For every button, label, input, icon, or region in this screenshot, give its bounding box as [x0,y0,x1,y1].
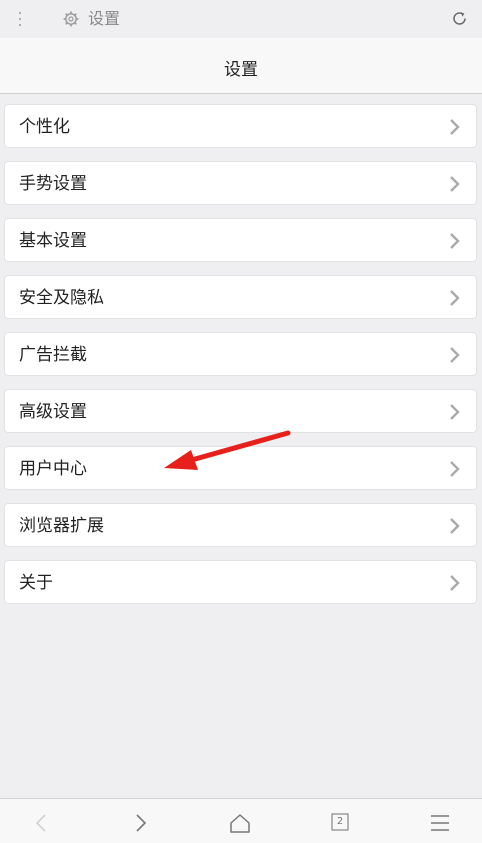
settings-item-security-privacy[interactable]: 安全及隐私 [4,275,477,319]
settings-item-basic[interactable]: 基本设置 [4,218,477,262]
settings-item-label: 安全及隐私 [19,288,104,308]
more-vertical-icon[interactable] [14,10,26,28]
red-arrow-icon [164,430,291,470]
settings-item-advanced[interactable]: 高级设置 [4,389,477,433]
settings-item-about[interactable]: 关于 [4,560,477,604]
browser-tab-bar: 设置 [0,0,482,38]
bottom-toolbar: 2 [0,798,482,843]
settings-item-label: 个性化 [19,117,70,137]
settings-item-label: 浏览器扩展 [19,516,104,536]
forward-icon[interactable] [128,813,152,833]
tab-title[interactable]: 设置 [88,8,120,30]
gear-icon [63,11,79,27]
menu-icon[interactable] [428,813,452,833]
settings-item-label: 关于 [19,573,53,593]
settings-item-gesture[interactable]: 手势设置 [4,161,477,205]
chevron-right-icon [450,176,460,192]
chevron-right-icon [450,233,460,249]
reload-icon[interactable] [451,10,468,27]
settings-item-label: 广告拦截 [19,345,87,365]
chevron-right-icon [450,347,460,363]
settings-item-ad-block[interactable]: 广告拦截 [4,332,477,376]
chevron-right-icon [450,575,460,591]
chevron-right-icon [450,518,460,534]
settings-item-label: 手势设置 [19,174,87,194]
page-title: 设置 [224,60,258,80]
settings-item-extensions[interactable]: 浏览器扩展 [4,503,477,547]
tabs-button[interactable]: 2 [328,813,352,833]
settings-item-label: 高级设置 [19,402,87,422]
home-icon[interactable] [228,813,252,833]
tab-count: 2 [336,816,344,827]
chevron-right-icon [450,290,460,306]
settings-item-label: 基本设置 [19,231,87,251]
back-icon[interactable] [30,813,54,833]
chevron-right-icon [450,404,460,420]
chevron-right-icon [450,461,460,477]
settings-item-personalization[interactable]: 个性化 [4,104,477,148]
settings-item-label: 用户中心 [19,459,87,479]
chevron-right-icon [450,119,460,135]
page-header: 设置 [0,38,482,94]
